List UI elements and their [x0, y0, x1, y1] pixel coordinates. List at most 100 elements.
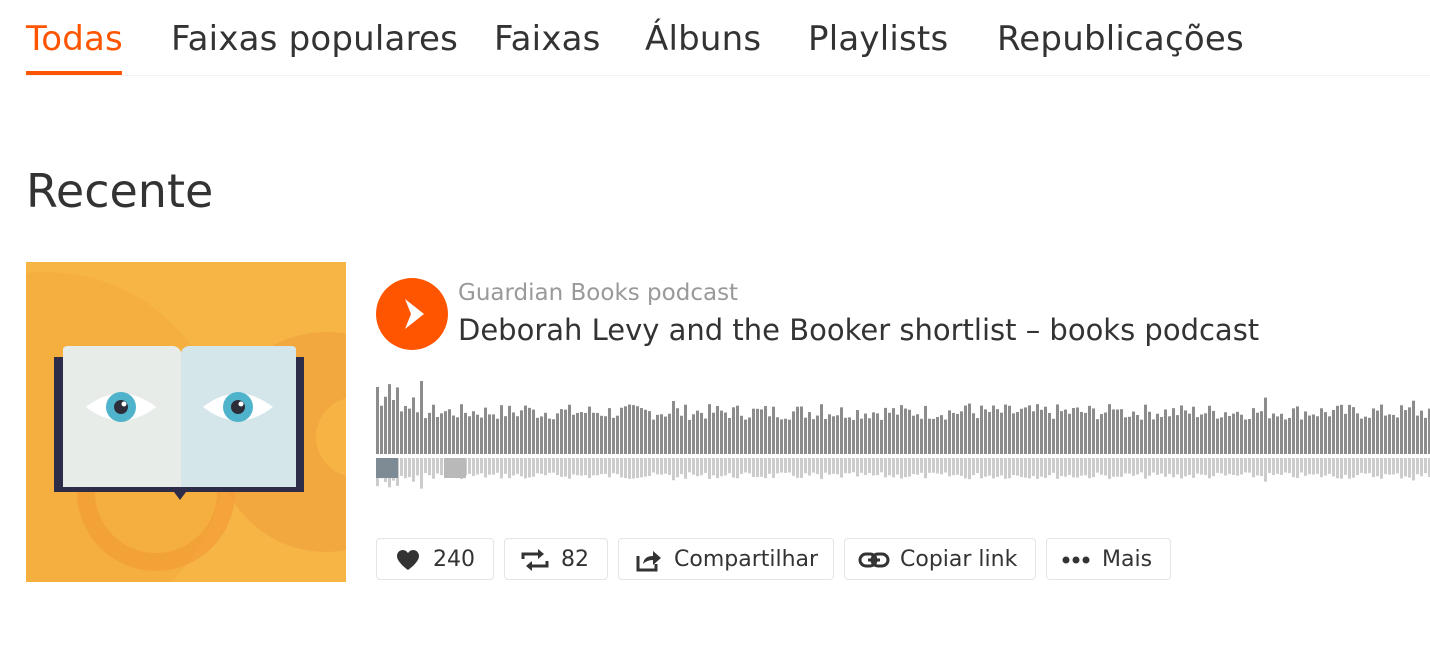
waveform-reflection-bar	[476, 458, 479, 475]
waveform-bar	[1284, 419, 1287, 454]
waveform-bar	[580, 412, 583, 454]
waveform-bar	[556, 413, 559, 454]
waveform-bar	[1236, 411, 1239, 454]
waveform-bar	[976, 418, 979, 454]
waveform-bar	[1120, 409, 1123, 454]
waveform-reflection-bar	[1184, 458, 1187, 477]
waveform-bar	[848, 417, 851, 454]
waveform-bar	[1212, 410, 1215, 454]
waveform-bar	[540, 416, 543, 454]
waveform-bar	[1360, 418, 1363, 454]
waveform-bar	[496, 418, 499, 454]
waveform-reflection-bar	[764, 458, 767, 479]
waveform-bar	[860, 418, 863, 454]
waveform-bar	[1252, 408, 1255, 454]
waveform-reflection-bar	[988, 458, 991, 476]
track-title[interactable]: Deborah Levy and the Booker shortlist – …	[458, 313, 1259, 347]
waveform-reflection-bar	[1152, 458, 1155, 473]
copy-link-button[interactable]: Copiar link	[844, 538, 1036, 580]
waveform-bar	[1292, 408, 1295, 454]
waveform-reflection-bar	[1360, 458, 1363, 473]
comment-avatar[interactable]	[376, 458, 398, 478]
waveform-bar	[1204, 413, 1207, 454]
waveform-bar	[620, 407, 623, 454]
waveform-bar	[876, 413, 879, 454]
waveform-reflection-bar	[888, 458, 891, 476]
waveform-bar	[888, 412, 891, 454]
waveform-reflection-bar	[420, 458, 423, 489]
waveform-reflection-bar	[512, 458, 515, 476]
waveform-bar	[516, 416, 519, 454]
waveform-reflection-bar	[1248, 458, 1251, 473]
waveform-reflection-bar	[488, 458, 491, 475]
waveform-reflection-bar	[616, 458, 619, 475]
waveform-bar	[448, 409, 451, 454]
waveform-bar	[460, 404, 463, 454]
waveform-reflection-bar	[1256, 458, 1259, 476]
waveform-reflection-bar	[556, 458, 559, 476]
tab-playlists[interactable]: Playlists	[808, 19, 948, 59]
waveform-reflection-bar	[1296, 458, 1299, 478]
waveform-reflection-bar	[1228, 458, 1231, 474]
waveform-bar	[512, 412, 515, 454]
waveform-reflection-bar	[1396, 458, 1399, 474]
play-button[interactable]	[376, 278, 448, 350]
waveform-bar	[1264, 397, 1267, 454]
waveform-reflection-bar	[696, 458, 699, 477]
waveform-reflection-bar	[1400, 458, 1403, 479]
waveform-reflection-bar	[536, 458, 539, 474]
waveform-reflection-bar	[1348, 458, 1351, 479]
waveform-bar	[1176, 415, 1179, 454]
waveform-reflection-bar	[644, 458, 647, 477]
waveform-bar	[1012, 413, 1015, 454]
track-artwork[interactable]	[26, 262, 346, 582]
tab-popular-tracks[interactable]: Faixas populares	[171, 19, 458, 59]
waveform-reflection-bar	[1120, 458, 1123, 477]
waveform-bar	[1276, 416, 1279, 454]
comment-avatar[interactable]	[444, 458, 466, 478]
tab-tracks[interactable]: Faixas	[494, 19, 601, 59]
waveform-bar	[376, 386, 379, 454]
waveform-reflection-bar	[1020, 458, 1023, 478]
more-button[interactable]: Mais	[1046, 538, 1171, 580]
waveform-bar	[676, 408, 679, 454]
waveform-reflection-bar	[1168, 458, 1171, 474]
waveform-bar	[1352, 407, 1355, 454]
waveform-bar	[640, 408, 643, 454]
link-icon	[858, 552, 890, 568]
tab-reposts[interactable]: Republicações	[997, 19, 1244, 59]
waveform-reflection-bar	[788, 458, 791, 473]
waveform-bar	[672, 401, 675, 454]
track-uploader[interactable]: Guardian Books podcast	[458, 280, 738, 306]
waveform-reflection-bar	[1056, 458, 1059, 479]
waveform-bar	[800, 406, 803, 454]
waveform-bar	[944, 419, 947, 454]
waveform-bar	[1016, 412, 1019, 454]
waveform-bar	[656, 414, 659, 454]
waveform-reflection-bar	[1176, 458, 1179, 475]
waveform-reflection-bar	[1344, 458, 1347, 475]
like-button[interactable]: 240	[376, 538, 494, 580]
waveform-bar	[792, 411, 795, 454]
share-button[interactable]: Compartilhar	[618, 538, 834, 580]
tab-albums[interactable]: Álbuns	[645, 19, 761, 59]
waveform-bar	[988, 412, 991, 454]
waveform-reflection-bar	[844, 458, 847, 474]
active-tab-indicator	[26, 71, 122, 75]
waveform[interactable]	[376, 372, 1430, 492]
waveform-reflection-bar	[1016, 458, 1019, 476]
waveform-bar	[1304, 411, 1307, 454]
waveform-reflection-bar	[432, 458, 435, 479]
waveform-bar	[844, 417, 847, 454]
repost-button[interactable]: 82	[504, 538, 608, 580]
waveform-reflection-bar	[780, 458, 783, 473]
waveform-bar	[884, 407, 887, 454]
waveform-bar	[608, 408, 611, 454]
waveform-reflection-bar	[940, 458, 943, 475]
waveform-bar	[1288, 417, 1291, 454]
tab-all[interactable]: Todas	[26, 19, 123, 59]
waveform-bar	[636, 406, 639, 454]
waveform-reflection-bar	[1076, 458, 1079, 478]
waveform-reflection-bar	[1384, 458, 1387, 475]
waveform-reflection-bar	[684, 458, 687, 479]
